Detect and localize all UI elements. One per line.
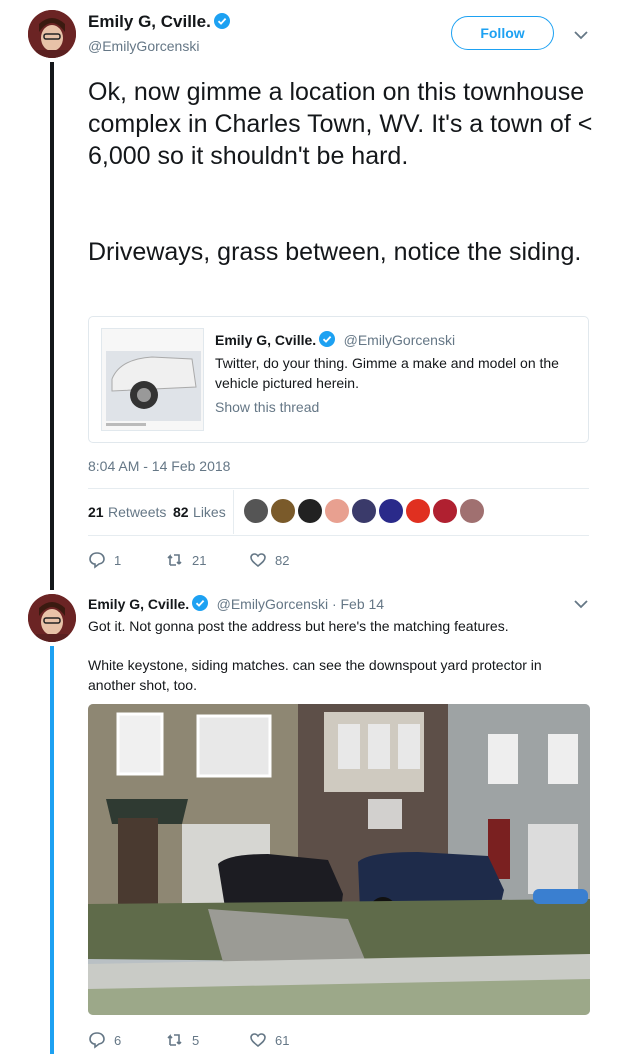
chevron-down-icon[interactable] xyxy=(574,599,588,609)
retweet-icon xyxy=(167,1034,182,1046)
reply-icon xyxy=(89,552,105,569)
quoted-author-name: Emily G, Cville. xyxy=(215,332,317,348)
stats-separator xyxy=(233,490,234,534)
author-handle[interactable]: @EmilyGorcenski xyxy=(88,38,199,54)
liker-avatar[interactable] xyxy=(379,499,403,523)
retweets-label: Retweets xyxy=(108,504,167,520)
author-name-row: Emily G, Cville. xyxy=(88,12,230,32)
liker-avatar[interactable] xyxy=(244,499,268,523)
liker-avatar[interactable] xyxy=(460,499,484,523)
like-action[interactable]: 82 xyxy=(249,551,289,569)
chevron-down-icon[interactable] xyxy=(574,30,588,40)
quoted-author-row: Emily G, Cville. @EmilyGorcenski xyxy=(215,331,455,350)
retweet-action[interactable]: 21 xyxy=(166,551,206,569)
verified-badge-icon xyxy=(213,13,230,29)
heart-icon xyxy=(250,553,266,568)
retweets-count: 21 xyxy=(88,504,104,520)
follow-button[interactable]: Follow xyxy=(451,16,554,50)
like-count: 61 xyxy=(275,1032,290,1048)
reply-count: 1 xyxy=(114,552,122,568)
retweets-stat[interactable]: 21 Retweets xyxy=(88,504,166,522)
likes-label: Likes xyxy=(193,504,226,520)
quoted-tweet-text: Twitter, do your thing. Gimme a make and… xyxy=(215,355,559,391)
like-action[interactable]: 61 xyxy=(249,1031,289,1049)
heart-icon xyxy=(250,1033,266,1048)
liker-avatar[interactable] xyxy=(271,499,295,523)
reply-icon xyxy=(89,1032,105,1049)
reply-count: 6 xyxy=(114,1032,122,1048)
quoted-tweet[interactable]: Emily G, Cville. @EmilyGorcenski Twitter… xyxy=(88,316,589,443)
show-thread-link[interactable]: Show this thread xyxy=(215,399,319,415)
liker-avatar[interactable] xyxy=(406,499,430,523)
verified-badge-icon xyxy=(319,331,336,347)
divider xyxy=(88,535,589,536)
quoted-tweet-thumbnail xyxy=(101,328,204,431)
reply-author-row: Emily G, Cville. @EmilyGorcenski · Feb 1… xyxy=(88,595,384,614)
tweet-text-paragraph-1: Ok, now gimme a location on this townhou… xyxy=(88,78,600,170)
retweet-icon xyxy=(167,554,182,566)
reply-text-paragraph-1: Got it. Not gonna post the address but h… xyxy=(88,618,509,634)
liker-avatar[interactable] xyxy=(433,499,457,523)
thread-line xyxy=(50,62,54,590)
quoted-author-handle: @EmilyGorcenski xyxy=(343,332,456,348)
likes-count: 82 xyxy=(173,504,189,520)
reply-text-paragraph-2: White keystone, siding matches. can see … xyxy=(88,657,542,693)
liker-avatar[interactable] xyxy=(352,499,376,523)
attached-photo[interactable] xyxy=(88,704,590,1015)
likes-stat[interactable]: 82 Likes xyxy=(173,504,226,522)
reply-author-avatar[interactable] xyxy=(28,594,76,642)
liker-avatars xyxy=(244,499,487,528)
reply-action[interactable]: 1 xyxy=(88,551,121,569)
like-count: 82 xyxy=(275,552,290,568)
thread-line-reply xyxy=(50,646,54,1054)
reply-author-name[interactable]: Emily G, Cville. xyxy=(88,596,189,612)
reply-action[interactable]: 6 xyxy=(88,1031,121,1049)
retweet-action[interactable]: 5 xyxy=(166,1031,199,1049)
liker-avatar[interactable] xyxy=(325,499,349,523)
author-name[interactable]: Emily G, Cville. xyxy=(88,12,211,31)
tweet-text-paragraph-2: Driveways, grass between, notice the sid… xyxy=(88,238,582,266)
verified-badge-icon xyxy=(192,595,209,611)
divider xyxy=(88,488,589,489)
liker-avatar[interactable] xyxy=(298,499,322,523)
retweet-count: 21 xyxy=(192,552,207,568)
tweet-timestamp[interactable]: 8:04 AM - 14 Feb 2018 xyxy=(88,458,230,474)
retweet-count: 5 xyxy=(192,1032,200,1048)
author-avatar[interactable] xyxy=(28,10,76,58)
reply-author-handle[interactable]: @EmilyGorcenski · Feb 14 xyxy=(217,596,384,612)
